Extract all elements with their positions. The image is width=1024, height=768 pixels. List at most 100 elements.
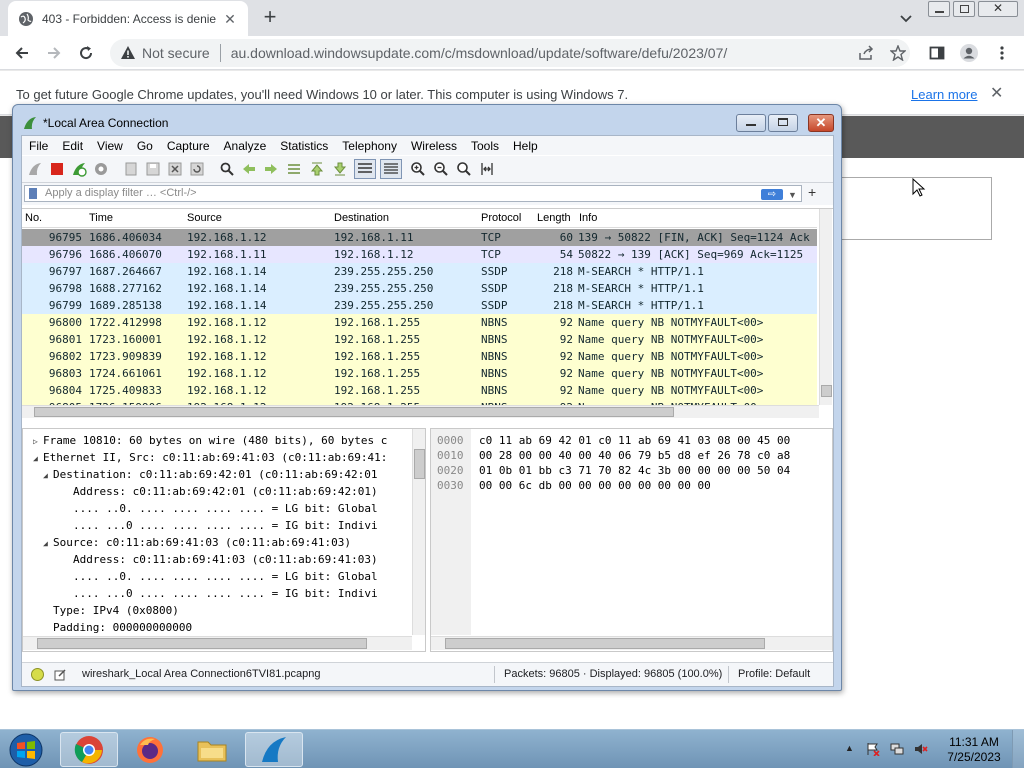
colorize-icon[interactable] — [380, 159, 402, 179]
detail-tree-item[interactable]: .... ...0 .... .... .... .... = IG bit: … — [23, 517, 413, 534]
action-center-flag-icon[interactable] — [866, 742, 880, 756]
close-file-icon[interactable] — [167, 161, 183, 177]
address-bar[interactable]: Not secure au.download.windowsupdate.com… — [110, 39, 910, 67]
packet-row[interactable]: 96797 1687.264667 192.168.1.14 239.255.255.… — [22, 263, 817, 280]
packet-row[interactable]: 96801 1723.160001 192.168.1.12 192.168.1.25… — [22, 331, 817, 348]
byte-hex[interactable]: 00 28 00 00 40 00 40 06 79 b5 d8 ef 26 7… — [479, 448, 790, 463]
wireshark-titlebar[interactable]: *Local Area Connection ✕ — [13, 105, 841, 135]
ws-minimize-button[interactable] — [736, 114, 766, 132]
menu-tools[interactable]: Tools — [471, 139, 499, 153]
go-forward-icon[interactable] — [263, 161, 279, 177]
new-tab-button[interactable]: + — [258, 6, 282, 30]
details-vscroll[interactable] — [412, 429, 425, 635]
detail-tree-item[interactable]: Padding: 000000000000 — [23, 619, 413, 636]
ws-close-button[interactable]: ✕ — [808, 114, 834, 132]
show-hidden-icons[interactable]: ▲ — [845, 743, 854, 753]
expand-toggle-icon[interactable]: ◢ — [43, 535, 53, 551]
go-last-icon[interactable] — [332, 161, 348, 177]
menu-wireless[interactable]: Wireless — [411, 139, 457, 153]
byte-hex[interactable]: 01 0b 01 bb c3 71 70 82 4c 3b 00 00 00 0… — [479, 463, 790, 478]
profile-status[interactable]: Profile: Default — [738, 668, 810, 680]
bookmark-button[interactable] — [886, 41, 910, 65]
detail-tree-item[interactable]: ▷ Frame 10810: 60 bytes on wire (480 bits… — [23, 432, 413, 449]
packet-row[interactable]: 96804 1725.409833 192.168.1.12 192.168.1.25… — [22, 382, 817, 399]
detail-tree-item[interactable]: ◢ Destination: c0:11:ab:69:42:01 (c0:11:a… — [23, 466, 413, 483]
add-filter-button-icon[interactable]: + — [808, 185, 816, 199]
open-file-icon[interactable] — [123, 161, 139, 177]
taskbar-wireshark[interactable] — [245, 732, 303, 767]
tab-close-icon[interactable]: ✕ — [222, 11, 238, 27]
scroll-thumb[interactable] — [34, 407, 674, 417]
zoom-out-icon[interactable] — [433, 161, 449, 177]
menu-analyze[interactable]: Analyze — [224, 139, 267, 153]
menu-statistics[interactable]: Statistics — [280, 139, 328, 153]
taskbar-firefox[interactable] — [121, 732, 179, 767]
expand-toggle-icon[interactable]: ◢ — [33, 450, 43, 466]
share-button[interactable] — [854, 41, 878, 65]
system-clock[interactable]: 11:31 AM 7/25/2023 — [943, 735, 1005, 765]
scroll-thumb[interactable] — [414, 449, 425, 479]
not-secure-label[interactable]: Not secure — [142, 45, 210, 61]
forward-button[interactable] — [42, 41, 66, 65]
detail-tree-item[interactable]: Address: c0:11:ab:69:41:03 (c0:11:ab:69:… — [23, 551, 413, 568]
packet-row[interactable]: 96798 1688.277162 192.168.1.14 239.255.255.… — [22, 280, 817, 297]
side-panel-button[interactable] — [925, 41, 949, 65]
bookmark-filter-icon[interactable] — [29, 188, 37, 199]
find-packet-icon[interactable] — [219, 161, 235, 177]
browser-tab[interactable]: 403 - Forbidden: Access is denie ✕ — [8, 1, 248, 36]
tab-search-chevron-icon[interactable] — [896, 8, 916, 28]
menu-telephony[interactable]: Telephony — [342, 139, 397, 153]
detail-tree-item[interactable]: .... ...0 .... .... .... .... = IG bit: … — [23, 585, 413, 602]
menu-go[interactable]: Go — [137, 139, 153, 153]
packet-row[interactable]: 96799 1689.285138 192.168.1.14 239.255.255.… — [22, 297, 817, 314]
learn-more-link[interactable]: Learn more — [911, 87, 977, 102]
reload-file-icon[interactable] — [189, 161, 205, 177]
packet-row[interactable]: 96800 1722.412998 192.168.1.12 192.168.1.25… — [22, 314, 817, 331]
menu-help[interactable]: Help — [513, 139, 538, 153]
col-protocol[interactable]: Protocol — [481, 212, 521, 224]
scroll-thumb[interactable] — [445, 638, 765, 649]
packet-row[interactable]: 96802 1723.909839 192.168.1.12 192.168.1.25… — [22, 348, 817, 365]
detail-tree-item[interactable]: Address: c0:11:ab:69:42:01 (c0:11:ab:69:… — [23, 483, 413, 500]
details-hscroll[interactable] — [23, 636, 412, 650]
save-file-icon[interactable] — [145, 161, 161, 177]
col-time[interactable]: Time — [89, 212, 113, 224]
col-destination[interactable]: Destination — [334, 212, 389, 224]
show-desktop-button[interactable] — [1012, 730, 1024, 768]
zoom-in-icon[interactable] — [410, 161, 426, 177]
url-text[interactable]: au.download.windowsupdate.com/c/msdownlo… — [231, 45, 728, 61]
capture-options-icon[interactable] — [93, 161, 109, 177]
bytes-hscroll[interactable] — [431, 636, 832, 650]
go-to-packet-icon[interactable] — [286, 161, 302, 177]
taskbar-chrome[interactable] — [60, 732, 118, 767]
detail-tree-item[interactable]: ◢ Source: c0:11:ab:69:41:03 (c0:11:ab:69:… — [23, 534, 413, 551]
expand-toggle-icon[interactable]: ◢ — [43, 467, 53, 483]
menu-edit[interactable]: Edit — [62, 139, 83, 153]
taskbar-explorer[interactable] — [183, 732, 241, 767]
filter-dropdown-icon[interactable]: ▼ — [788, 188, 797, 203]
detail-tree-item[interactable]: Type: IPv4 (0x0800) — [23, 602, 413, 619]
menu-capture[interactable]: Capture — [167, 139, 210, 153]
packet-list-hscroll[interactable] — [22, 405, 819, 418]
packet-list-vscroll[interactable] — [819, 209, 832, 405]
menu-view[interactable]: View — [97, 139, 123, 153]
close-window-button[interactable]: ✕ — [978, 1, 1018, 17]
volume-muted-icon[interactable] — [914, 742, 928, 756]
start-capture-icon[interactable] — [27, 161, 43, 177]
network-icon[interactable] — [890, 742, 904, 756]
col-info[interactable]: Info — [579, 212, 597, 224]
expand-toggle-icon[interactable]: ▷ — [33, 433, 43, 449]
menu-button[interactable] — [990, 41, 1014, 65]
byte-hex[interactable]: c0 11 ab 69 42 01 c0 11 ab 69 41 03 08 0… — [479, 433, 790, 448]
display-filter-input[interactable]: Apply a display filter … <Ctrl-/> ⇨ ▼ — [24, 185, 802, 202]
reload-button[interactable] — [74, 41, 98, 65]
col-source[interactable]: Source — [187, 212, 222, 224]
apply-filter-arrow-icon[interactable]: ⇨ — [761, 189, 783, 200]
packet-row[interactable]: 96795 1686.406034 192.168.1.12 192.168.1.11… — [22, 229, 817, 246]
go-first-icon[interactable] — [309, 161, 325, 177]
detail-tree-item[interactable]: ◢ Ethernet II, Src: c0:11:ab:69:41:03 (c0… — [23, 449, 413, 466]
capture-comment-icon[interactable] — [54, 668, 67, 681]
expert-info-led-icon[interactable] — [31, 668, 44, 681]
zoom-normal-icon[interactable] — [456, 161, 472, 177]
packet-row[interactable]: 96796 1686.406070 192.168.1.11 192.168.1.12… — [22, 246, 817, 263]
